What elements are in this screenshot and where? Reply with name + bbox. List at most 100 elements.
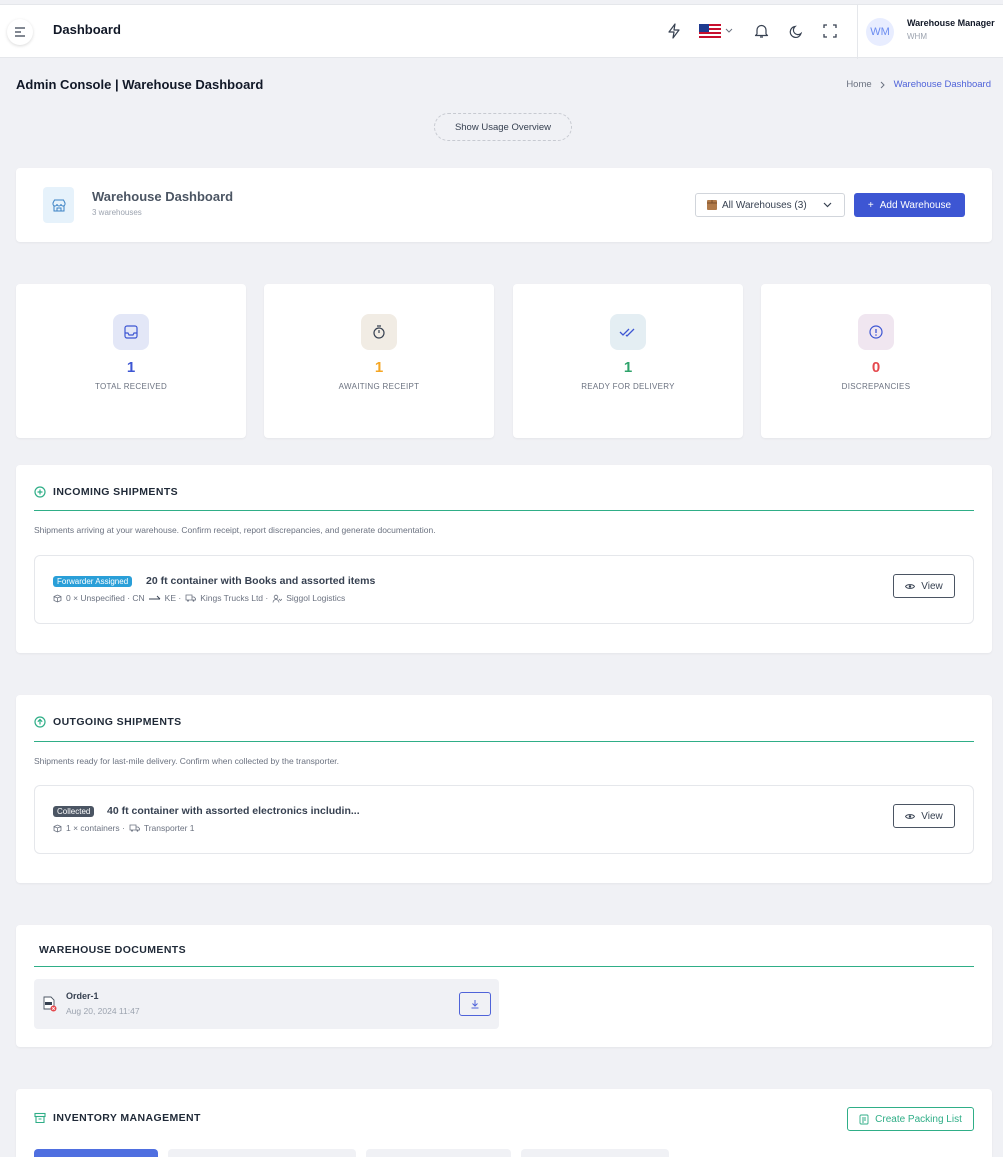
store-icon <box>43 187 74 223</box>
top-bar: Dashboard WM Warehouse Manager WHM <box>0 4 1003 59</box>
arrow-down-circle-icon <box>34 486 46 498</box>
box-icon <box>707 200 717 210</box>
truck-icon <box>185 594 197 602</box>
view-button[interactable]: View <box>893 574 955 598</box>
shipment-title: 40 ft container with assorted electronic… <box>107 805 360 817</box>
breadcrumb-home[interactable]: Home <box>846 79 871 90</box>
shipment-meta: 0 × Unspecified · CN KE · Kings Trucks L… <box>53 593 345 603</box>
stat-label: DISCREPANCIES <box>841 382 911 391</box>
outgoing-shipments-card: OUTGOING SHIPMENTS Shipments ready for l… <box>16 695 992 883</box>
status-badge: Collected <box>53 806 95 817</box>
warehouse-header-card: Warehouse Dashboard 3 warehouses All War… <box>16 168 992 242</box>
document-name: Order-1 <box>66 991 99 1001</box>
avatar: WM <box>866 18 894 46</box>
stat-value: 1 <box>126 359 136 376</box>
outgoing-shipment-item[interactable]: Collected 40 ft container with assorted … <box>34 785 974 854</box>
warehouse-documents-card: WAREHOUSE DOCUMENTS Order-1 Aug 20, 2024… <box>16 925 992 1047</box>
incoming-heading: INCOMING SHIPMENTS <box>34 486 178 498</box>
page-title: Admin Console | Warehouse Dashboard <box>16 77 264 92</box>
document-date: Aug 20, 2024 11:47 <box>66 1006 140 1016</box>
divider <box>34 966 974 967</box>
inventory-management-card: INVENTORY MANAGEMENT Create Packing List <box>16 1089 992 1157</box>
double-check-icon <box>610 314 646 350</box>
warehouse-count: 3 warehouses <box>92 208 142 217</box>
clipboard-list-icon <box>859 1114 869 1124</box>
create-packing-list-button[interactable]: Create Packing List <box>847 1107 974 1131</box>
add-warehouse-button[interactable]: + Add Warehouse <box>854 193 965 217</box>
view-button[interactable]: View <box>893 804 955 828</box>
divider <box>34 741 974 742</box>
outgoing-description: Shipments ready for last-mile delivery. … <box>34 756 340 766</box>
fullscreen-icon[interactable] <box>820 21 840 41</box>
view-label: View <box>921 810 943 822</box>
stat-card-discrepancies: 0 DISCREPANCIES <box>761 284 991 438</box>
create-packing-list-label: Create Packing List <box>875 1113 962 1125</box>
breadcrumb: Home Warehouse Dashboard <box>846 79 991 90</box>
inventory-tab[interactable] <box>168 1149 356 1157</box>
chevron-down-icon <box>823 202 832 208</box>
inbox-icon <box>113 314 149 350</box>
timer-icon <box>361 314 397 350</box>
arrow-up-circle-icon <box>34 716 46 728</box>
arrow-right-icon <box>148 595 160 600</box>
truck-icon <box>129 824 140 832</box>
stat-card-ready-for-delivery: 1 READY FOR DELIVERY <box>513 284 743 438</box>
plus-icon: + <box>867 199 874 211</box>
stat-label: READY FOR DELIVERY <box>581 382 675 391</box>
shipment-forwarder: Siggol Logistics <box>286 593 346 603</box>
inventory-tab-active[interactable] <box>34 1149 158 1157</box>
stat-label: AWAITING RECEIPT <box>338 382 420 391</box>
status-badge: Forwarder Assigned <box>53 576 133 587</box>
bell-icon[interactable] <box>751 21 771 41</box>
view-label: View <box>921 580 943 592</box>
pdf-file-icon <box>43 996 57 1012</box>
archive-icon <box>34 1112 46 1124</box>
user-name: Warehouse Manager <box>907 18 995 28</box>
user-icon <box>272 594 283 603</box>
user-menu[interactable]: WM Warehouse Manager WHM <box>857 5 1003 59</box>
shipment-meta: 1 × containers · Transporter 1 <box>53 823 195 833</box>
download-button[interactable] <box>459 992 491 1016</box>
us-flag-icon[interactable] <box>698 21 734 41</box>
documents-heading: WAREHOUSE DOCUMENTS <box>39 944 187 956</box>
shipment-transporter: Kings Trucks Ltd · <box>200 593 269 603</box>
outgoing-heading: OUTGOING SHIPMENTS <box>34 716 182 728</box>
user-role: WHM <box>907 32 927 41</box>
stat-value: 0 <box>871 359 881 376</box>
stat-value: 1 <box>623 359 633 376</box>
incoming-description: Shipments arriving at your warehouse. Co… <box>34 525 436 535</box>
menu-icon[interactable] <box>7 19 33 45</box>
divider <box>34 510 974 511</box>
stat-card-total-received: 1 TOTAL RECEIVED <box>16 284 246 438</box>
inventory-tab[interactable] <box>521 1149 669 1157</box>
warehouse-select-value: All Warehouses (3) <box>722 199 807 211</box>
alert-circle-icon <box>858 314 894 350</box>
chevron-right-icon <box>880 81 885 88</box>
shipment-quantity: 1 × containers · <box>66 823 125 833</box>
shipment-quantity: 0 × Unspecified · CN <box>66 593 145 603</box>
stat-value: 1 <box>374 359 384 376</box>
incoming-heading-text: INCOMING SHIPMENTS <box>53 486 179 498</box>
inventory-tab[interactable] <box>366 1149 511 1157</box>
inventory-heading-text: INVENTORY MANAGEMENT <box>53 1112 201 1124</box>
stat-card-awaiting-receipt: 1 AWAITING RECEIPT <box>264 284 494 438</box>
outgoing-heading-text: OUTGOING SHIPMENTS <box>53 716 182 728</box>
document-item[interactable]: Order-1 Aug 20, 2024 11:47 <box>34 979 499 1029</box>
package-icon <box>53 594 62 602</box>
package-icon <box>53 824 62 832</box>
moon-icon[interactable] <box>786 21 806 41</box>
warehouse-title: Warehouse Dashboard <box>92 189 234 204</box>
incoming-shipment-item[interactable]: Forwarder Assigned 20 ft container with … <box>34 555 974 624</box>
eye-icon <box>905 813 916 819</box>
topbar-title: Dashboard <box>53 22 121 37</box>
breadcrumb-current: Warehouse Dashboard <box>893 79 991 90</box>
add-warehouse-label: Add Warehouse <box>879 199 952 211</box>
shipment-title: 20 ft container with Books and assorted … <box>146 575 376 587</box>
shipment-destination: KE · <box>164 593 182 603</box>
warehouse-select[interactable]: All Warehouses (3) <box>695 193 845 217</box>
incoming-shipments-card: INCOMING SHIPMENTS Shipments arriving at… <box>16 465 992 653</box>
eye-icon <box>905 583 916 589</box>
show-usage-overview-button[interactable]: Show Usage Overview <box>434 113 572 141</box>
lightning-icon[interactable] <box>664 21 684 41</box>
inventory-heading: INVENTORY MANAGEMENT <box>34 1112 201 1124</box>
